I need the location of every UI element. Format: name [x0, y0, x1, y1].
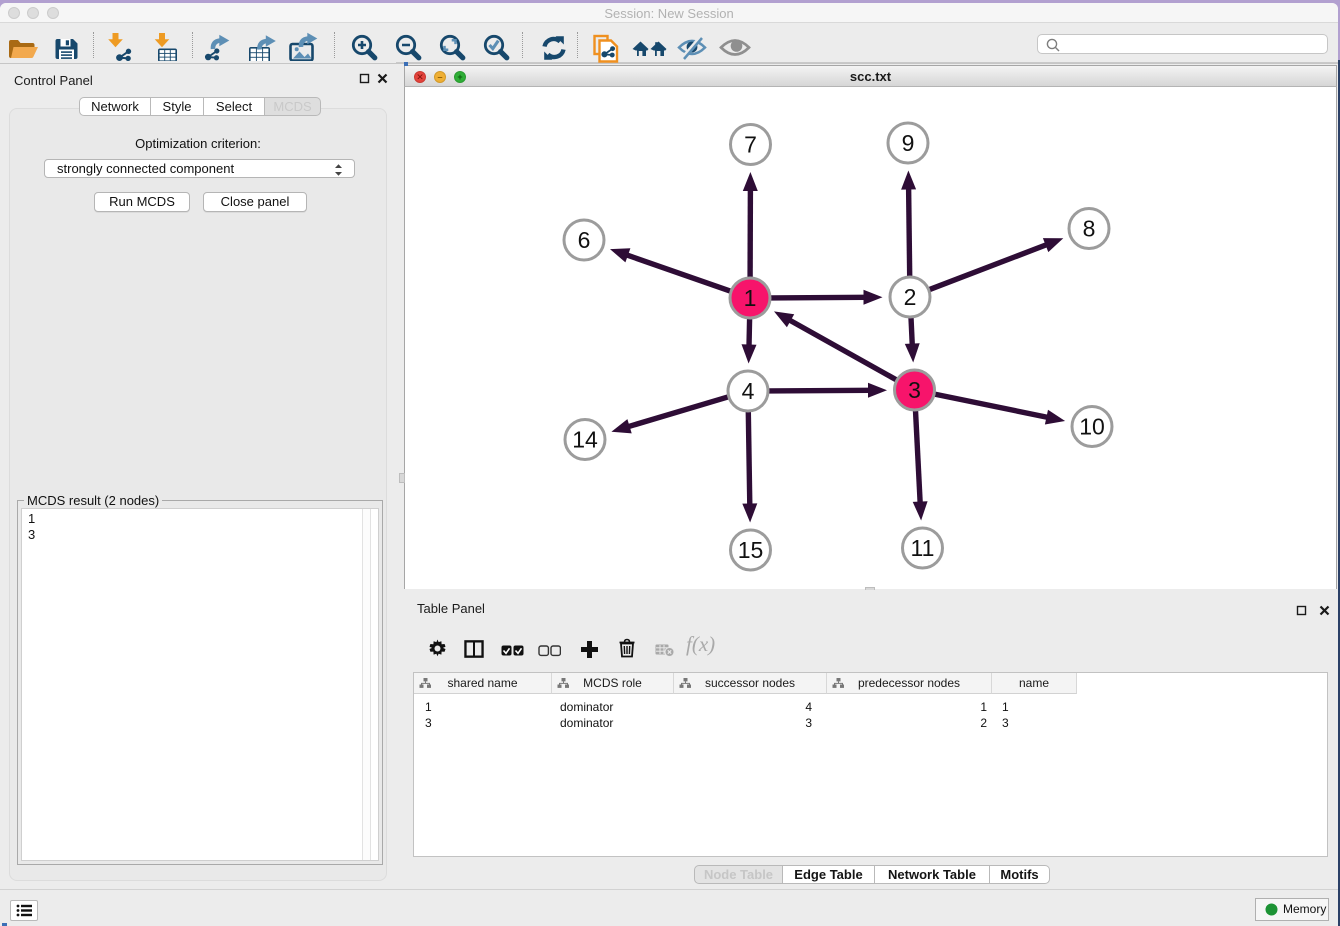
svg-text:10: 10: [1079, 414, 1105, 440]
svg-text:6: 6: [578, 227, 591, 253]
svg-text:7: 7: [744, 132, 757, 158]
svg-text:3: 3: [908, 377, 921, 403]
svg-text:8: 8: [1083, 216, 1096, 242]
svg-text:2: 2: [904, 284, 917, 310]
svg-text:15: 15: [738, 537, 764, 563]
svg-text:4: 4: [742, 378, 755, 404]
svg-text:9: 9: [902, 130, 915, 156]
svg-text:1: 1: [744, 285, 757, 311]
svg-text:14: 14: [572, 427, 598, 453]
svg-text:11: 11: [911, 535, 935, 561]
